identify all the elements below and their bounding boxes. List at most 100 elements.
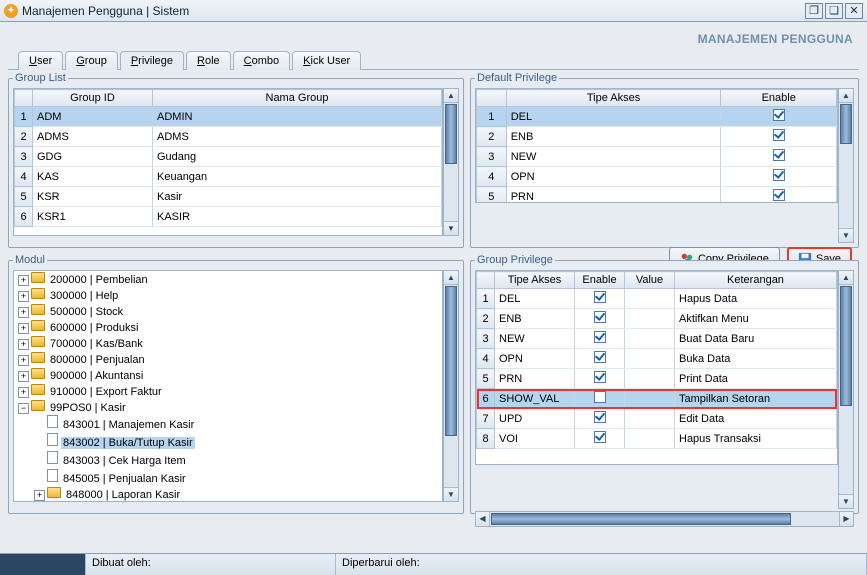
window-close-button[interactable]: ✕ xyxy=(845,3,863,19)
cell-tipe-akses[interactable]: ENB xyxy=(495,309,575,329)
scroll-down-icon[interactable]: ▼ xyxy=(444,221,458,235)
cell-tipe-akses[interactable]: NEW xyxy=(495,329,575,349)
cell-tipe-akses[interactable]: SHOW_VAL xyxy=(495,389,575,409)
enable-checkbox[interactable] xyxy=(773,129,785,141)
tree-file[interactable]: 843002 | Buka/Tutup Kasir xyxy=(34,432,442,450)
cell-enable[interactable] xyxy=(575,349,625,369)
table-row[interactable]: 2ENBAktifkan Menu xyxy=(477,309,837,329)
table-row[interactable]: 3NEW xyxy=(477,147,837,167)
cell-value[interactable] xyxy=(625,389,675,409)
group-list-table[interactable]: Group ID Nama Group 1ADMADMIN2ADMSADMS3G… xyxy=(14,89,442,227)
scroll-thumb[interactable] xyxy=(445,286,457,436)
table-row[interactable]: 6SHOW_VALTampilkan Setoran xyxy=(477,389,837,409)
cell-group-id[interactable]: KSR xyxy=(33,187,153,207)
modul-tree[interactable]: +200000 | Pembelian+300000 | Help+500000… xyxy=(13,270,443,502)
cell-tipe-akses[interactable]: ENB xyxy=(506,127,721,147)
enable-checkbox[interactable] xyxy=(594,391,606,403)
enable-checkbox[interactable] xyxy=(594,331,606,343)
table-row[interactable]: 2ADMSADMS xyxy=(15,127,442,147)
cell-tipe-akses[interactable]: OPN xyxy=(495,349,575,369)
scroll-thumb[interactable] xyxy=(840,104,852,144)
table-row[interactable]: 8VOIHapus Transaksi xyxy=(477,429,837,449)
table-row[interactable]: 1ADMADMIN xyxy=(15,107,442,127)
tree-label[interactable]: 200000 | Pembelian xyxy=(48,274,150,286)
cell-group-id[interactable]: KAS xyxy=(33,167,153,187)
tree-label[interactable]: 500000 | Stock xyxy=(48,306,125,318)
table-row[interactable]: 2ENB xyxy=(477,127,837,147)
tree-file[interactable]: 843001 | Manajemen Kasir xyxy=(34,414,442,432)
enable-checkbox[interactable] xyxy=(773,189,785,201)
cell-value[interactable] xyxy=(625,409,675,429)
col-keterangan[interactable]: Keterangan xyxy=(675,272,837,289)
scroll-left-icon[interactable]: ◀ xyxy=(476,512,490,526)
scroll-thumb[interactable] xyxy=(491,513,791,525)
tree-folder[interactable]: +500000 | Stock xyxy=(18,303,442,319)
table-row[interactable]: 3GDGGudang xyxy=(15,147,442,167)
enable-checkbox[interactable] xyxy=(594,431,606,443)
group-list-vscroll[interactable]: ▲ ▼ xyxy=(443,88,459,236)
scroll-thumb[interactable] xyxy=(445,104,457,164)
expand-icon[interactable]: + xyxy=(18,275,29,286)
cell-enable[interactable] xyxy=(575,409,625,429)
expand-icon[interactable]: + xyxy=(18,387,29,398)
window-maximize-button[interactable]: ❏ xyxy=(825,3,843,19)
col-value[interactable]: Value xyxy=(625,272,675,289)
cell-keterangan[interactable]: Hapus Transaksi xyxy=(675,429,837,449)
cell-enable[interactable] xyxy=(575,329,625,349)
cell-tipe-akses[interactable]: UPD xyxy=(495,409,575,429)
expand-icon[interactable]: + xyxy=(18,307,29,318)
window-restore-down-button[interactable]: ❐ xyxy=(805,3,823,19)
table-row[interactable]: 6KSR1KASIR xyxy=(15,207,442,227)
table-row[interactable]: 5KSRKasir xyxy=(15,187,442,207)
tree-folder[interactable]: +200000 | Pembelian xyxy=(18,271,442,287)
scroll-up-icon[interactable]: ▲ xyxy=(839,271,853,285)
tab-combo[interactable]: Combo xyxy=(233,51,290,70)
cell-tipe-akses[interactable]: OPN xyxy=(506,167,721,187)
col-group-id[interactable]: Group ID xyxy=(33,90,153,107)
cell-nama-group[interactable]: Keuangan xyxy=(153,167,442,187)
tree-label[interactable]: 300000 | Help xyxy=(48,290,120,302)
cell-tipe-akses[interactable]: PRN xyxy=(506,187,721,204)
tab-role[interactable]: Role xyxy=(186,51,231,70)
group-privilege-table[interactable]: Tipe Akses Enable Value Keterangan 1DELH… xyxy=(476,271,837,449)
cell-keterangan[interactable]: Tampilkan Setoran xyxy=(675,389,837,409)
tree-folder[interactable]: +900000 | Akuntansi xyxy=(18,367,442,383)
cell-keterangan[interactable]: Print Data xyxy=(675,369,837,389)
expand-icon[interactable]: + xyxy=(18,323,29,334)
tree-folder[interactable]: +910000 | Export Faktur xyxy=(18,383,442,399)
group-priv-vscroll[interactable]: ▲ ▼ xyxy=(838,270,854,509)
cell-value[interactable] xyxy=(625,349,675,369)
scroll-down-icon[interactable]: ▼ xyxy=(839,228,853,242)
cell-tipe-akses[interactable]: PRN xyxy=(495,369,575,389)
cell-nama-group[interactable]: Gudang xyxy=(153,147,442,167)
tree-label[interactable]: 600000 | Produksi xyxy=(48,322,140,334)
cell-enable[interactable] xyxy=(575,429,625,449)
tree-folder[interactable]: +800000 | Penjualan xyxy=(18,351,442,367)
cell-enable[interactable] xyxy=(721,187,837,204)
tree-label[interactable]: 800000 | Penjualan xyxy=(48,354,147,366)
table-row[interactable]: 1DELHapus Data xyxy=(477,289,837,309)
table-row[interactable]: 5PRNPrint Data xyxy=(477,369,837,389)
cell-tipe-akses[interactable]: NEW xyxy=(506,147,721,167)
enable-checkbox[interactable] xyxy=(594,351,606,363)
tree-file[interactable]: 843003 | Cek Harga Item xyxy=(34,450,442,468)
col-tipe-akses[interactable]: Tipe Akses xyxy=(506,90,721,107)
table-row[interactable]: 1DEL xyxy=(477,107,837,127)
cell-nama-group[interactable]: ADMIN xyxy=(153,107,442,127)
tab-group[interactable]: Group xyxy=(65,51,118,70)
tree-label[interactable]: 843003 | Cek Harga Item xyxy=(61,455,188,467)
scroll-down-icon[interactable]: ▼ xyxy=(444,487,458,501)
tree-label[interactable]: 843001 | Manajemen Kasir xyxy=(61,419,196,431)
collapse-icon[interactable]: − xyxy=(18,403,29,414)
tree-folder[interactable]: +700000 | Kas/Bank xyxy=(18,335,442,351)
cell-group-id[interactable]: KSR1 xyxy=(33,207,153,227)
expand-icon[interactable]: + xyxy=(18,355,29,366)
cell-value[interactable] xyxy=(625,429,675,449)
table-row[interactable]: 4OPN xyxy=(477,167,837,187)
table-row[interactable]: 7UPDEdit Data xyxy=(477,409,837,429)
scroll-right-icon[interactable]: ▶ xyxy=(839,512,853,526)
tree-label[interactable]: 848000 | Laporan Kasir xyxy=(64,489,182,501)
expand-icon[interactable]: + xyxy=(34,490,45,501)
expand-icon[interactable]: + xyxy=(18,339,29,350)
enable-checkbox[interactable] xyxy=(773,109,785,121)
